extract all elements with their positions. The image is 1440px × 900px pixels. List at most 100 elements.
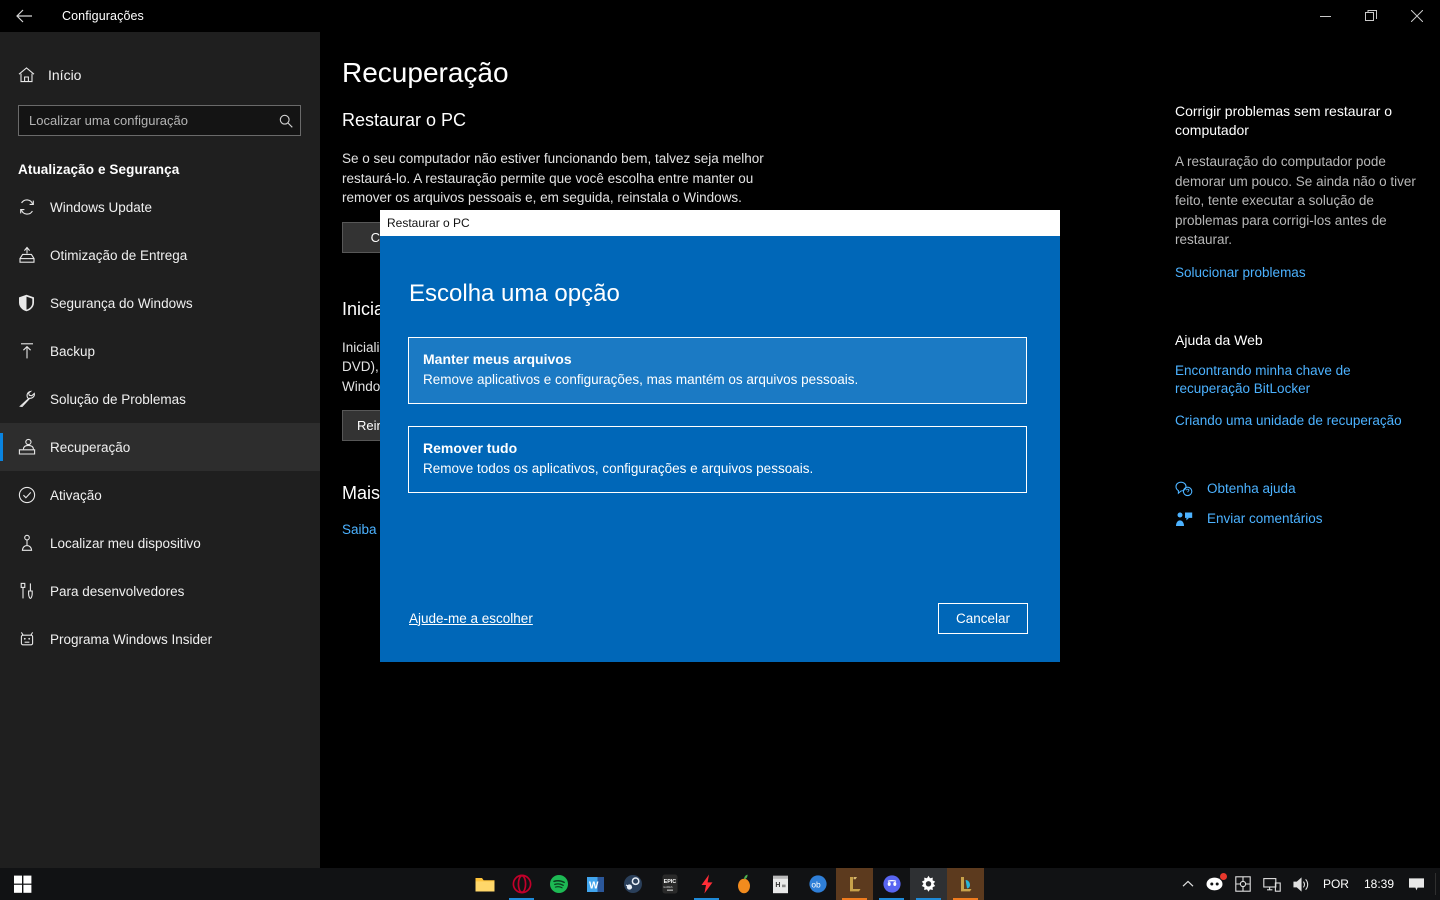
show-desktop-divider[interactable] bbox=[1435, 873, 1436, 895]
ob-app-icon: ob bbox=[807, 873, 829, 895]
sidebar-item-label: Localizar meu dispositivo bbox=[50, 535, 201, 551]
upload-arrow-icon bbox=[18, 342, 48, 360]
shield-icon bbox=[18, 294, 48, 312]
notification-badge bbox=[1219, 873, 1227, 880]
taskbar-app-file-explorer[interactable] bbox=[466, 868, 503, 900]
sidebar-item-backup[interactable]: Backup bbox=[0, 327, 320, 375]
notes-icon: H bbox=[770, 873, 792, 895]
chevron-up-icon[interactable] bbox=[1176, 868, 1200, 900]
section-body-restaurar: Se o seu computador não estiver funciona… bbox=[342, 151, 764, 205]
obtenha-ajuda-link[interactable]: Obtenha ajuda bbox=[1175, 474, 1420, 504]
recovery-icon bbox=[18, 438, 48, 456]
sidebar-item-seguranca-do-windows[interactable]: Segurança do Windows bbox=[0, 279, 320, 327]
taskbar-app-discord[interactable] bbox=[873, 868, 910, 900]
spotify-icon bbox=[548, 873, 570, 895]
help-pane-title: Corrigir problemas sem restaurar o compu… bbox=[1175, 103, 1393, 138]
question-bubble-icon bbox=[1175, 481, 1207, 497]
sidebar-item-para-desenvolvedores[interactable]: Para desenvolvedores bbox=[0, 567, 320, 615]
taskbar-app-league-client[interactable] bbox=[947, 868, 984, 900]
taskbar-app-opera[interactable] bbox=[503, 868, 540, 900]
home-icon bbox=[18, 67, 48, 83]
taskbar-app-epic-games[interactable]: EPIC GAMES bbox=[651, 868, 688, 900]
opera-icon bbox=[511, 873, 533, 895]
game-controller-icon[interactable] bbox=[1229, 868, 1257, 900]
taskbar-app-flash-app[interactable] bbox=[688, 868, 725, 900]
section-heading-restaurar: Restaurar o PC bbox=[342, 110, 467, 130]
window-controls bbox=[1302, 0, 1440, 32]
insider-bug-icon bbox=[18, 630, 48, 648]
dialog-titlebar-text: Restaurar o PC bbox=[387, 216, 470, 230]
taskbar-app-ob-app[interactable]: ob bbox=[799, 868, 836, 900]
taskbar-app-steam[interactable] bbox=[614, 868, 651, 900]
help-pane-web-heading: Ajuda da Web bbox=[1175, 331, 1263, 348]
option-manter-meus-arquivos[interactable]: Manter meus arquivos Remove aplicativos … bbox=[408, 337, 1027, 404]
sidebar-item-solucao-de-problemas[interactable]: Solução de Problemas bbox=[0, 375, 320, 423]
clock[interactable]: 18:39 bbox=[1356, 877, 1402, 891]
sidebar-item-home[interactable]: Início bbox=[0, 55, 320, 95]
wrench-icon bbox=[18, 390, 48, 408]
sidebar-item-localizar-meu-dispositivo[interactable]: Localizar meu dispositivo bbox=[0, 519, 320, 567]
solucionar-problemas-link[interactable]: Solucionar problemas bbox=[1175, 264, 1420, 282]
option-title: Manter meus arquivos bbox=[423, 351, 572, 367]
delivery-icon bbox=[18, 246, 48, 264]
language-indicator[interactable]: POR bbox=[1316, 877, 1356, 891]
sidebar-section-title: Atualização e Segurança bbox=[18, 162, 180, 177]
lightning-bolt-icon bbox=[696, 873, 718, 895]
back-arrow-icon[interactable] bbox=[0, 0, 48, 32]
sidebar-item-label: Ativação bbox=[50, 487, 102, 503]
svg-text:H: H bbox=[775, 882, 780, 889]
sidebar-item-otimizacao-de-entrega[interactable]: Otimização de Entrega bbox=[0, 231, 320, 279]
sidebar-item-windows-update[interactable]: Windows Update bbox=[0, 183, 320, 231]
sidebar-item-recuperacao[interactable]: Recuperação bbox=[0, 423, 320, 471]
taskbar-app-word[interactable]: W bbox=[577, 868, 614, 900]
sidebar-item-label: Segurança do Windows bbox=[50, 295, 193, 311]
ajude-me-a-escolher-link[interactable]: Ajude-me a escolher bbox=[409, 611, 533, 626]
taskbar-app-league-of-legends[interactable] bbox=[836, 868, 873, 900]
discord-tray-icon[interactable] bbox=[1200, 868, 1229, 900]
bitlocker-key-link[interactable]: Encontrando minha chave de recuperação B… bbox=[1175, 362, 1420, 398]
sidebar-nav: Windows Update Otimização de Entrega Seg… bbox=[0, 183, 320, 663]
volume-icon[interactable] bbox=[1287, 868, 1316, 900]
desktop: Configurações Início Localizar uma confi… bbox=[0, 0, 1440, 900]
help-link-label: Obtenha ajuda bbox=[1207, 481, 1296, 496]
notification-icon[interactable] bbox=[1402, 868, 1431, 900]
taskbar-app-spotify[interactable] bbox=[540, 868, 577, 900]
taskbar-app-notes-app[interactable]: H bbox=[762, 868, 799, 900]
help-link-label: Enviar comentários bbox=[1207, 511, 1323, 526]
enviar-comentarios-link[interactable]: Enviar comentários bbox=[1175, 504, 1420, 534]
sidebar-item-label: Backup bbox=[50, 343, 96, 359]
gear-icon bbox=[918, 873, 940, 895]
sidebar-item-ativacao[interactable]: Ativação bbox=[0, 471, 320, 519]
search-icon[interactable] bbox=[272, 114, 300, 128]
windows-start-icon[interactable] bbox=[0, 868, 46, 900]
reset-pc-dialog: Restaurar o PC Escolha uma opção Manter … bbox=[380, 210, 1060, 662]
dialog-body: Escolha uma opção Manter meus arquivos R… bbox=[380, 236, 1060, 662]
word-icon: W bbox=[585, 873, 607, 895]
recovery-drive-link[interactable]: Criando uma unidade de recuperação bbox=[1175, 412, 1420, 430]
taskbar-app-settings[interactable] bbox=[910, 868, 947, 900]
league-of-legends-icon bbox=[844, 873, 866, 895]
sidebar-item-programa-windows-insider[interactable]: Programa Windows Insider bbox=[0, 615, 320, 663]
dialog-footer: Ajude-me a escolher Cancelar bbox=[380, 588, 1060, 662]
window-title: Configurações bbox=[62, 9, 144, 23]
league-client-icon bbox=[955, 873, 977, 895]
option-description: Remove todos os aplicativos, configuraçõ… bbox=[423, 461, 814, 476]
discord-icon bbox=[881, 873, 903, 895]
help-pane: Corrigir problemas sem restaurar o compu… bbox=[1155, 32, 1440, 868]
cancel-button[interactable]: Cancelar bbox=[938, 602, 1028, 634]
taskbar: W EPIC GAMES H ob POR 18:39 bbox=[0, 868, 1440, 900]
sidebar-item-label: Recuperação bbox=[50, 439, 131, 455]
taskbar-app-fl-studio[interactable] bbox=[725, 868, 762, 900]
close-button[interactable] bbox=[1394, 0, 1440, 32]
check-circle-icon bbox=[18, 486, 48, 504]
search-box[interactable] bbox=[18, 105, 301, 136]
minimize-button[interactable] bbox=[1302, 0, 1348, 32]
network-icon[interactable] bbox=[1257, 868, 1287, 900]
option-title: Remover tudo bbox=[423, 440, 518, 456]
sidebar-item-label: Solução de Problemas bbox=[50, 391, 186, 407]
maximize-button[interactable] bbox=[1348, 0, 1394, 32]
search-input[interactable] bbox=[19, 113, 272, 128]
svg-text:GAMES: GAMES bbox=[663, 885, 673, 889]
sidebar-home-label: Início bbox=[48, 67, 82, 83]
option-remover-tudo[interactable]: Remover tudo Remove todos os aplicativos… bbox=[408, 426, 1027, 493]
